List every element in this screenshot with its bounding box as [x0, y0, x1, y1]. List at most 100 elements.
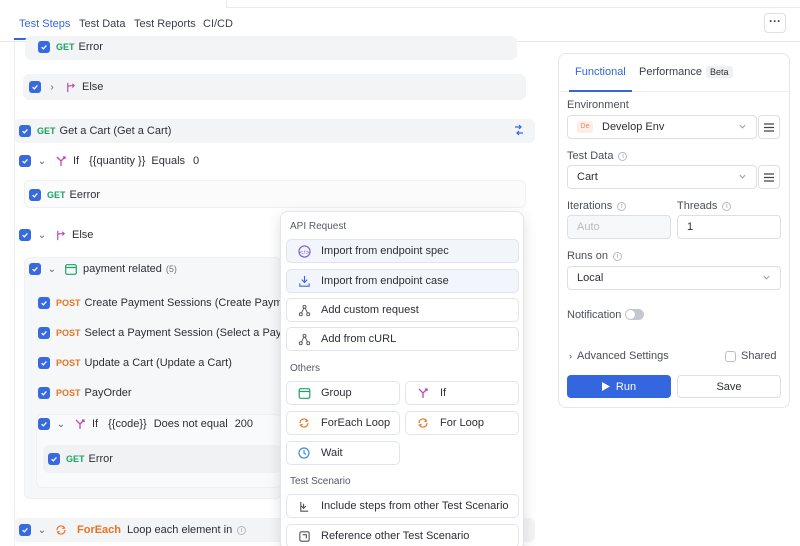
method-badge: GET [56, 42, 75, 52]
menu-include-scenario[interactable]: Include steps from other Test Scenario [286, 494, 519, 518]
step-if-quantity[interactable]: ⌄ If {{quantity }} Equals 0 [19, 149, 199, 173]
beta-badge: Beta [705, 66, 733, 78]
custom-request-icon [295, 304, 313, 317]
reference-icon [295, 530, 313, 543]
step-checkbox[interactable] [19, 155, 31, 167]
step-name: Error [88, 453, 113, 465]
step-checkbox[interactable] [38, 418, 50, 430]
step-checkbox[interactable] [29, 81, 41, 93]
step-group[interactable]: ⌄ payment related (5) [29, 257, 177, 281]
menu-reference-scenario[interactable]: Reference other Test Scenario [286, 524, 519, 546]
step-checkbox[interactable] [38, 387, 50, 399]
run-button-label: Run [615, 380, 637, 393]
test-data-manage-button[interactable] [758, 165, 780, 189]
step-name: PayOrder [84, 387, 132, 399]
step-checkbox[interactable] [38, 297, 50, 309]
menu-section-scenario: Test Scenario [290, 476, 351, 487]
step-checkbox[interactable] [38, 357, 50, 369]
step-get-eerror[interactable]: GET Eerror [29, 183, 100, 207]
environment-label: Environment [567, 99, 629, 111]
step-else[interactable]: › Else [29, 75, 103, 99]
info-icon: i [612, 251, 622, 261]
notification-toggle[interactable] [625, 309, 644, 320]
active-panel-tab-indicator [569, 90, 632, 92]
step-get-cart[interactable]: GET Get a Cart (Get a Cart) [19, 119, 171, 143]
method-badge: GET [47, 190, 66, 200]
run-button[interactable]: Run [567, 375, 671, 398]
menu-foreach-loop[interactable]: ForEach Loop [286, 411, 400, 435]
save-button[interactable]: Save [677, 375, 781, 398]
method-badge: GET [66, 454, 85, 464]
endpoint-spec-icon: </> [295, 244, 313, 258]
step-post-update-cart[interactable]: POST Update a Cart (Update a Cart) [38, 351, 232, 375]
tab-test-steps[interactable]: Test Steps [19, 18, 70, 30]
environment-select[interactable]: De Develop Env [567, 115, 757, 139]
step-checkbox[interactable] [29, 263, 41, 275]
menu-item-label: Wait [321, 447, 343, 459]
tab-test-reports[interactable]: Test Reports [134, 18, 196, 30]
chevron-down-icon[interactable]: ⌄ [56, 419, 66, 430]
step-checkbox[interactable] [19, 524, 31, 536]
step-checkbox[interactable] [48, 453, 60, 465]
step-else[interactable]: ⌄ Else [19, 223, 93, 247]
menu-import-endpoint-case[interactable]: Import from endpoint case [286, 269, 519, 293]
menu-add-from-curl[interactable]: Add from cURL [286, 327, 519, 351]
chevron-down-icon[interactable]: ⌄ [37, 230, 47, 241]
switch-request-icon[interactable] [513, 124, 525, 139]
step-checkbox[interactable] [29, 189, 41, 201]
step-post-select-payment[interactable]: POST Select a Payment Session (Select a … [38, 321, 306, 345]
menu-for-loop[interactable]: For Loop [405, 411, 519, 435]
group-icon [65, 263, 77, 275]
chevron-right-icon: › [569, 351, 572, 361]
step-post-create-payment[interactable]: POST Create Payment Sessions (Create Pay… [38, 291, 314, 315]
environment-value: Develop Env [602, 121, 665, 133]
shared-checkbox[interactable]: Shared [725, 350, 776, 362]
test-data-label-text: Test Data [567, 150, 614, 162]
threads-label: Threads i [677, 200, 732, 212]
step-foreach[interactable]: ⌄ ForEach Loop each element in i [19, 518, 247, 542]
tab-performance[interactable]: Performance Beta [639, 66, 733, 78]
chevron-down-icon[interactable]: ⌄ [47, 264, 57, 275]
menu-import-endpoint-spec[interactable]: </> Import from endpoint spec [286, 239, 519, 263]
step-checkbox[interactable] [19, 229, 31, 241]
menu-group[interactable]: Group [286, 381, 400, 405]
step-post-payorder[interactable]: POST PayOrder [38, 381, 132, 405]
method-badge: POST [56, 388, 81, 398]
step-checkbox[interactable] [19, 125, 31, 137]
step-checkbox[interactable] [38, 41, 50, 53]
chevron-down-icon[interactable]: ⌄ [37, 156, 47, 167]
test-data-select[interactable]: Cart [567, 165, 757, 189]
menu-item-label: If [440, 387, 447, 399]
runs-on-select[interactable]: Local [567, 266, 781, 290]
if-operator: Does not equal [153, 418, 228, 430]
test-data-value: Cart [577, 171, 598, 183]
menu-item-label: Import from endpoint case [321, 275, 449, 287]
svg-text:</>: </> [298, 249, 310, 255]
step-name: Else [72, 229, 94, 241]
env-badge: De [577, 121, 593, 133]
menu-if[interactable]: If [405, 381, 519, 405]
menu-wait[interactable]: Wait [286, 441, 400, 465]
if-branch-icon [414, 387, 432, 399]
menu-section-others: Others [290, 363, 321, 374]
menu-add-custom-request[interactable]: Add custom request [286, 298, 519, 322]
curl-icon [295, 333, 313, 346]
threads-input[interactable]: 1 [677, 215, 781, 239]
menu-item-label: Group [321, 387, 352, 399]
step-get-error-inner[interactable]: GET Error [48, 447, 113, 471]
tab-test-data[interactable]: Test Data [79, 18, 125, 30]
more-options-button[interactable]: ··· [764, 13, 786, 33]
step-if-code[interactable]: ⌄ If {{code}} Does not equal 200 [38, 412, 253, 436]
tab-ci-cd[interactable]: CI/CD [203, 18, 233, 30]
step-checkbox[interactable] [38, 327, 50, 339]
tab-functional[interactable]: Functional [575, 66, 626, 78]
iterations-input[interactable]: Auto [567, 215, 671, 239]
else-branch-icon [65, 82, 76, 93]
chevron-right-icon[interactable]: › [47, 82, 57, 93]
step-get-error[interactable]: GET Error [38, 35, 103, 59]
advanced-settings-toggle[interactable]: › Advanced Settings [569, 350, 669, 362]
environment-manage-button[interactable] [758, 115, 780, 139]
if-variable: {{code}} [108, 418, 147, 430]
group-icon [295, 387, 313, 399]
chevron-down-icon[interactable]: ⌄ [37, 525, 47, 536]
